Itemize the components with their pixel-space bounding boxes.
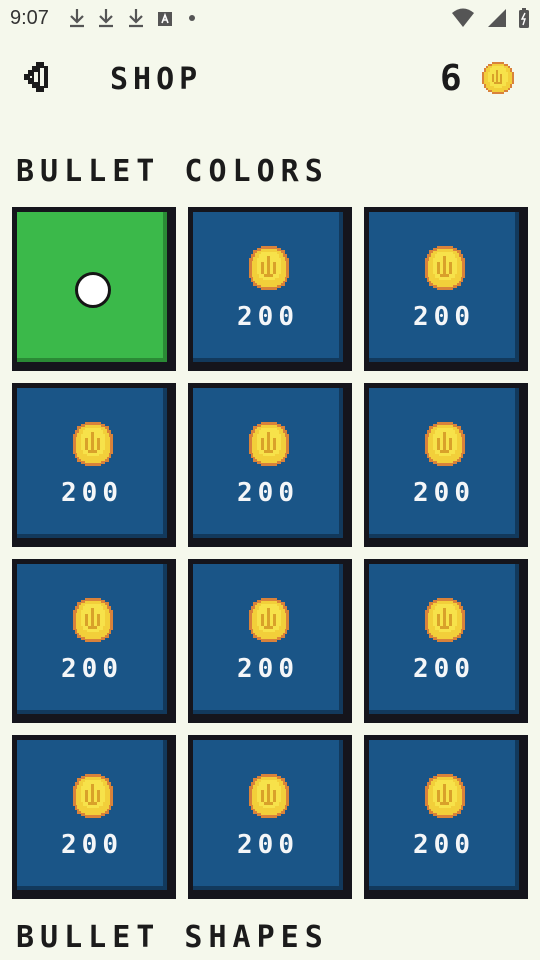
notification-icons [68, 8, 205, 28]
shop-item-tile[interactable]: 200 [188, 559, 352, 723]
coin-icon [425, 598, 465, 642]
price-label: 200 [61, 830, 123, 860]
section-title-bullet-shapes: BULLET SHAPES [16, 920, 329, 955]
price-label: 200 [61, 654, 123, 684]
coin-icon [249, 774, 289, 818]
tile-face: 200 [193, 740, 343, 890]
tile-face: 200 [193, 388, 343, 538]
price-label: 200 [237, 654, 299, 684]
signal-icon [487, 9, 506, 27]
wifi-icon [452, 8, 475, 27]
shop-item-tile[interactable]: 200 [188, 383, 352, 547]
price-label: 200 [61, 478, 123, 508]
font-a-icon [158, 12, 173, 26]
shop-item-tile[interactable]: 200 [188, 735, 352, 899]
tile-face: 200 [369, 564, 519, 714]
back-arrow-icon [24, 62, 48, 92]
section-title-bullet-colors: BULLET COLORS [16, 154, 329, 189]
coin-icon [73, 598, 113, 642]
battery-icon [519, 8, 529, 28]
shop-item-tile[interactable]: 200 [364, 735, 528, 899]
download-icon [99, 9, 114, 28]
tile-face: 200 [17, 740, 167, 890]
tile-face: 200 [17, 564, 167, 714]
tile-face: 200 [369, 212, 519, 362]
shop-header: SHOP 6 [0, 52, 540, 108]
download-icon [70, 9, 84, 28]
system-icons [445, 7, 530, 29]
coin-icon [425, 246, 465, 290]
shop-item-tile[interactable]: 200 [364, 207, 528, 371]
tile-face: 200 [369, 740, 519, 890]
tile-face: 200 [369, 388, 519, 538]
price-label: 200 [413, 478, 475, 508]
price-label: 200 [237, 478, 299, 508]
page-title: SHOP [110, 62, 203, 97]
coin-icon [482, 62, 514, 94]
coin-icon [249, 422, 289, 466]
bullet-colors-grid: 200 200 200 200 200 200 200 200 200 200 … [12, 207, 528, 899]
shop-item-tile[interactable]: 200 [12, 559, 176, 723]
tile-face: 200 [17, 388, 167, 538]
shop-item-tile[interactable]: 200 [12, 383, 176, 547]
price-label: 200 [237, 830, 299, 860]
bullet-preview [75, 272, 111, 308]
coin-icon [425, 422, 465, 466]
back-button[interactable] [20, 58, 56, 96]
status-time: 9:07 [10, 7, 49, 29]
price-label: 200 [237, 302, 299, 332]
tile-face [17, 212, 167, 362]
price-label: 200 [413, 302, 475, 332]
coin-icon [73, 422, 113, 466]
coin-balance: 6 [440, 58, 462, 99]
coin-icon [249, 246, 289, 290]
price-label: 200 [413, 830, 475, 860]
status-bar: 9:07 [0, 0, 540, 36]
download-icon [128, 9, 143, 28]
coin-icon [425, 774, 465, 818]
shop-item-tile[interactable]: 200 [364, 383, 528, 547]
price-label: 200 [413, 654, 475, 684]
shop-item-tile[interactable]: 200 [12, 735, 176, 899]
shop-item-tile[interactable] [12, 207, 176, 371]
tile-face: 200 [193, 212, 343, 362]
shop-item-tile[interactable]: 200 [364, 559, 528, 723]
dot-icon [188, 15, 195, 21]
shop-item-tile[interactable]: 200 [188, 207, 352, 371]
coin-icon [249, 598, 289, 642]
coin-icon [73, 774, 113, 818]
tile-face: 200 [193, 564, 343, 714]
